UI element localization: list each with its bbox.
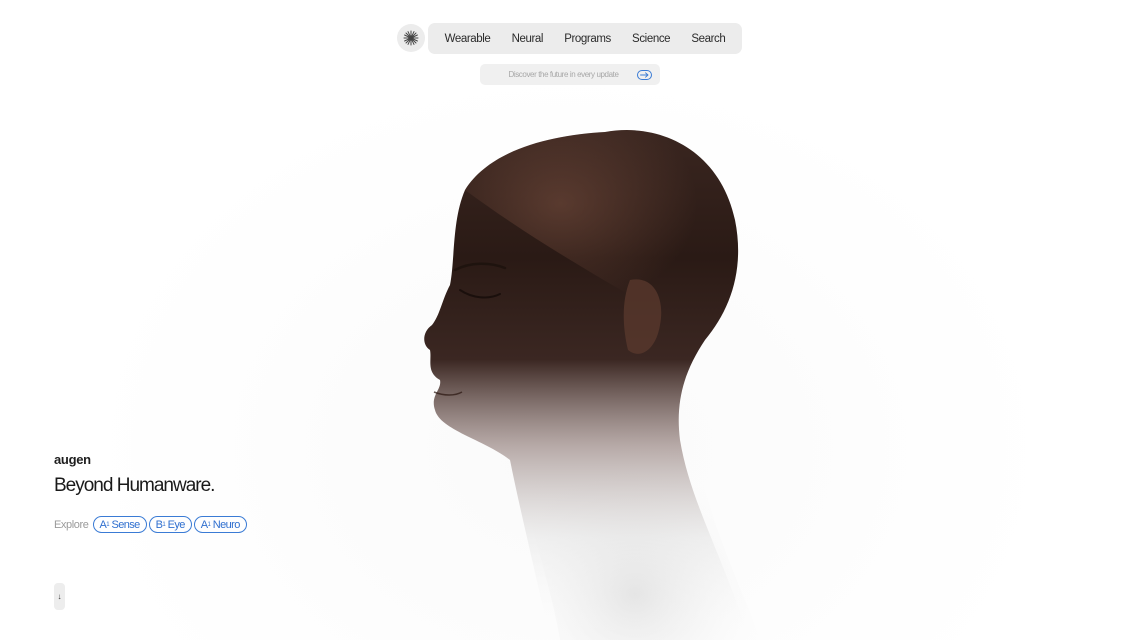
brand-logo-text[interactable]: augen	[54, 452, 91, 467]
chip-label: Sense	[111, 518, 140, 531]
scroll-down-button[interactable]: ↓	[54, 583, 65, 610]
chip-prefix: B	[155, 518, 163, 531]
chip-label: Neuro	[212, 518, 241, 531]
chip-label: Eye	[167, 518, 186, 531]
chip-eye[interactable]: B1 Eye	[148, 516, 192, 533]
chip-superscript: 1	[106, 521, 109, 528]
nav-item-search[interactable]: Search	[687, 29, 729, 49]
asterisk-burst-icon	[403, 30, 419, 46]
nav-item-programs[interactable]: Programs	[560, 29, 615, 49]
explore-label: Explore	[54, 518, 89, 531]
nav-item-neural[interactable]: Neural	[508, 29, 547, 49]
nav-item-wearable[interactable]: Wearable	[441, 29, 495, 49]
hero-headline: Beyond Humanware.	[54, 475, 215, 496]
chip-neuro[interactable]: A1 Neuro	[193, 516, 247, 533]
main-nav: Wearable Neural Programs Science Search	[428, 23, 742, 54]
arrow-down-icon: ↓	[57, 592, 62, 601]
update-banner-text: Discover the future in every update	[508, 70, 619, 79]
chip-superscript: 1	[207, 521, 211, 528]
nav-item-science[interactable]: Science	[628, 29, 674, 49]
arrow-right-icon[interactable]	[637, 69, 652, 80]
logo-button[interactable]	[397, 24, 425, 52]
chip-prefix: A	[99, 518, 107, 531]
chip-superscript: 1	[162, 521, 166, 528]
hero-head-portrait	[424, 130, 760, 640]
update-banner[interactable]: Discover the future in every update	[480, 64, 660, 85]
landing-page: Wearable Neural Programs Science Search …	[0, 0, 1139, 640]
explore-row: Explore A1 Sense B1 Eye A1 Neuro	[54, 515, 247, 534]
chip-sense[interactable]: A1 Sense	[92, 516, 147, 533]
chip-prefix: A	[200, 518, 208, 531]
